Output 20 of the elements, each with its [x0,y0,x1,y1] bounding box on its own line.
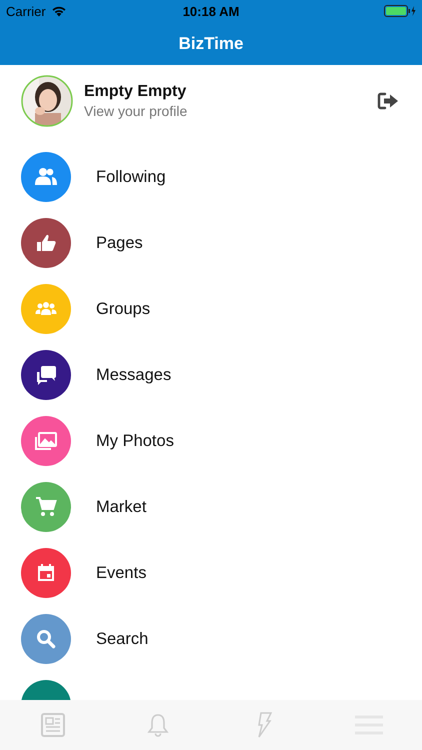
profile-row[interactable]: Empty Empty View your profile [0,65,422,137]
lightning-icon[interactable] [256,712,272,738]
menu-item[interactable]: Pages [0,210,422,276]
profile-subtitle: View your profile [84,103,188,119]
menu-item[interactable]: My Photos [0,408,422,474]
menu-item[interactable]: Messages [0,342,422,408]
wifi-icon [50,5,67,17]
menu-item[interactable]: Market [0,474,422,540]
menu-item[interactable]: Groups [0,276,422,342]
menu-item[interactable]: Events [0,540,422,606]
bell-icon[interactable] [147,713,170,737]
logout-icon[interactable] [377,92,399,110]
nav-title: BizTime [178,34,244,54]
newspaper-icon[interactable] [40,712,66,738]
menu-item[interactable]: Search [0,606,422,672]
time-label: 10:18 AM [182,4,240,18]
carrier-label: Carrier [6,4,46,18]
menu-item[interactable]: Following [0,144,422,210]
battery-icon [384,5,416,17]
profile-name: Empty Empty [84,83,188,101]
